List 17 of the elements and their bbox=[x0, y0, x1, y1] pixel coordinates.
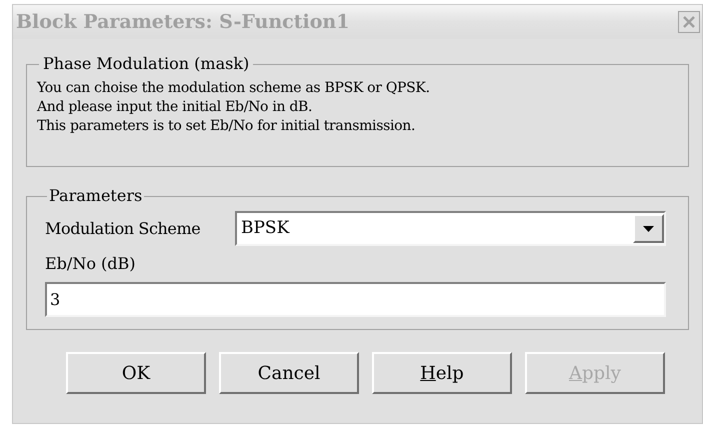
modulation-dropdown[interactable]: BPSK bbox=[235, 211, 666, 246]
close-icon bbox=[682, 15, 696, 29]
ebno-input[interactable]: 3 bbox=[45, 282, 666, 317]
description-text: This parameters is to set Eb/No for initial transmission. bbox=[37, 117, 416, 136]
group-title: Parameters bbox=[48, 187, 144, 205]
description-text: You can choise the modulation scheme as BPSK or QPSK. bbox=[37, 79, 431, 98]
dialog-button[interactable]: Help bbox=[372, 352, 512, 394]
dropdown-value: BPSK bbox=[240, 216, 290, 240]
field-label: Eb/No (dB) bbox=[45, 253, 137, 275]
dialog-button[interactable]: OK bbox=[66, 352, 206, 394]
group-title: Phase Modulation (mask) bbox=[42, 55, 250, 73]
caret-icon bbox=[643, 226, 654, 232]
description-text: And please input the initial Eb/No in dB. bbox=[37, 98, 314, 117]
window-title: Block Parameters: S-Function1 bbox=[16, 10, 350, 35]
dropdown-arrow-button[interactable] bbox=[633, 214, 664, 243]
dialog-button[interactable]: Cancel bbox=[219, 352, 359, 394]
field-label: Modulation Scheme bbox=[45, 218, 202, 240]
